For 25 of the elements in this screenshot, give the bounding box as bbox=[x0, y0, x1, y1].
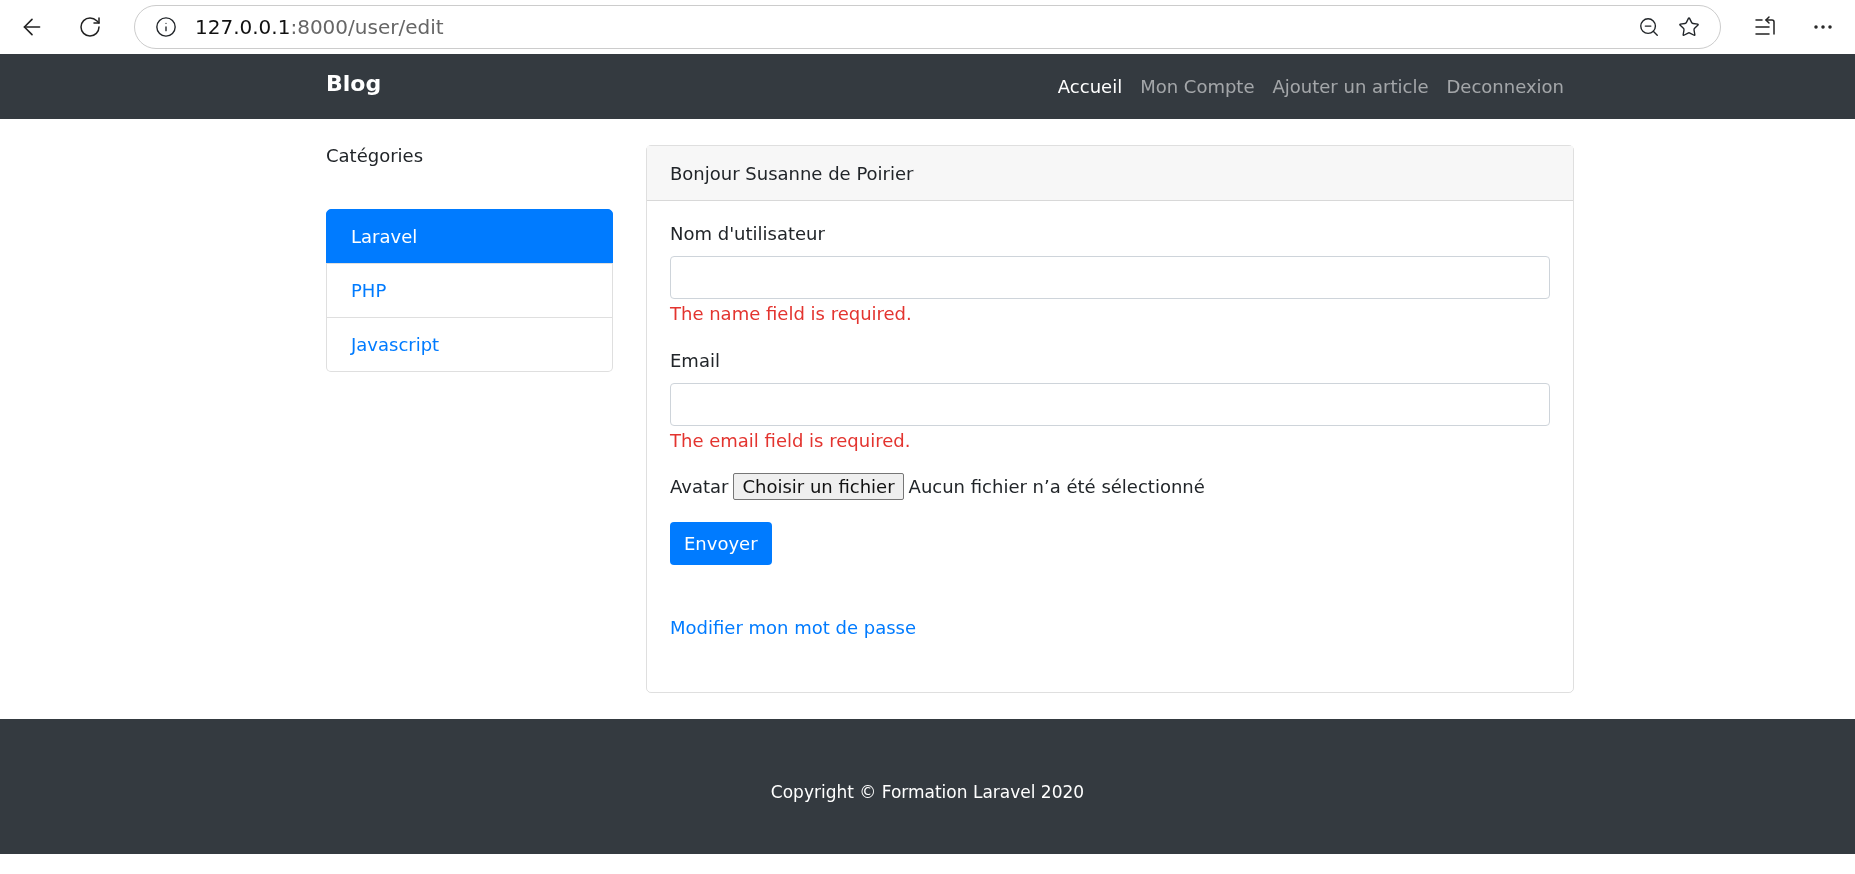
brand-link[interactable]: Blog bbox=[326, 71, 1049, 96]
change-password-link[interactable]: Modifier mon mot de passe bbox=[670, 617, 916, 638]
info-icon[interactable] bbox=[155, 16, 177, 38]
error-message: The name field is required. bbox=[670, 303, 912, 324]
nav-link[interactable]: Deconnexion bbox=[1437, 76, 1573, 97]
copyright-text: Copyright © Formation Laravel 2020 bbox=[770, 781, 1085, 802]
input-field[interactable] bbox=[670, 256, 1550, 299]
file-status: Aucun fichier n’a été sélectionné bbox=[908, 476, 1205, 497]
field-label: Email bbox=[670, 350, 720, 371]
nav-link[interactable]: Ajouter un article bbox=[1263, 76, 1438, 97]
category-item[interactable]: PHP bbox=[326, 263, 613, 318]
category-item[interactable]: Laravel bbox=[326, 209, 613, 264]
input-field[interactable] bbox=[670, 383, 1550, 426]
nav-link[interactable]: Mon Compte bbox=[1131, 76, 1264, 97]
star-icon[interactable] bbox=[1678, 16, 1700, 38]
submit-button[interactable]: Envoyer bbox=[670, 522, 772, 565]
field-label: Nom d'utilisateur bbox=[670, 223, 825, 244]
error-message: The email field is required. bbox=[670, 430, 911, 451]
zoom-out-icon[interactable] bbox=[1638, 16, 1660, 38]
nav-link[interactable]: Accueil bbox=[1048, 76, 1132, 97]
category-item[interactable]: Javascript bbox=[326, 317, 613, 372]
choose-file-button[interactable]: Choisir un fichier bbox=[733, 473, 904, 500]
field-label: Avatar bbox=[670, 476, 729, 497]
sidebar-title: Catégories bbox=[326, 145, 424, 166]
card-header: Bonjour Susanne de Poirier bbox=[647, 146, 1573, 201]
